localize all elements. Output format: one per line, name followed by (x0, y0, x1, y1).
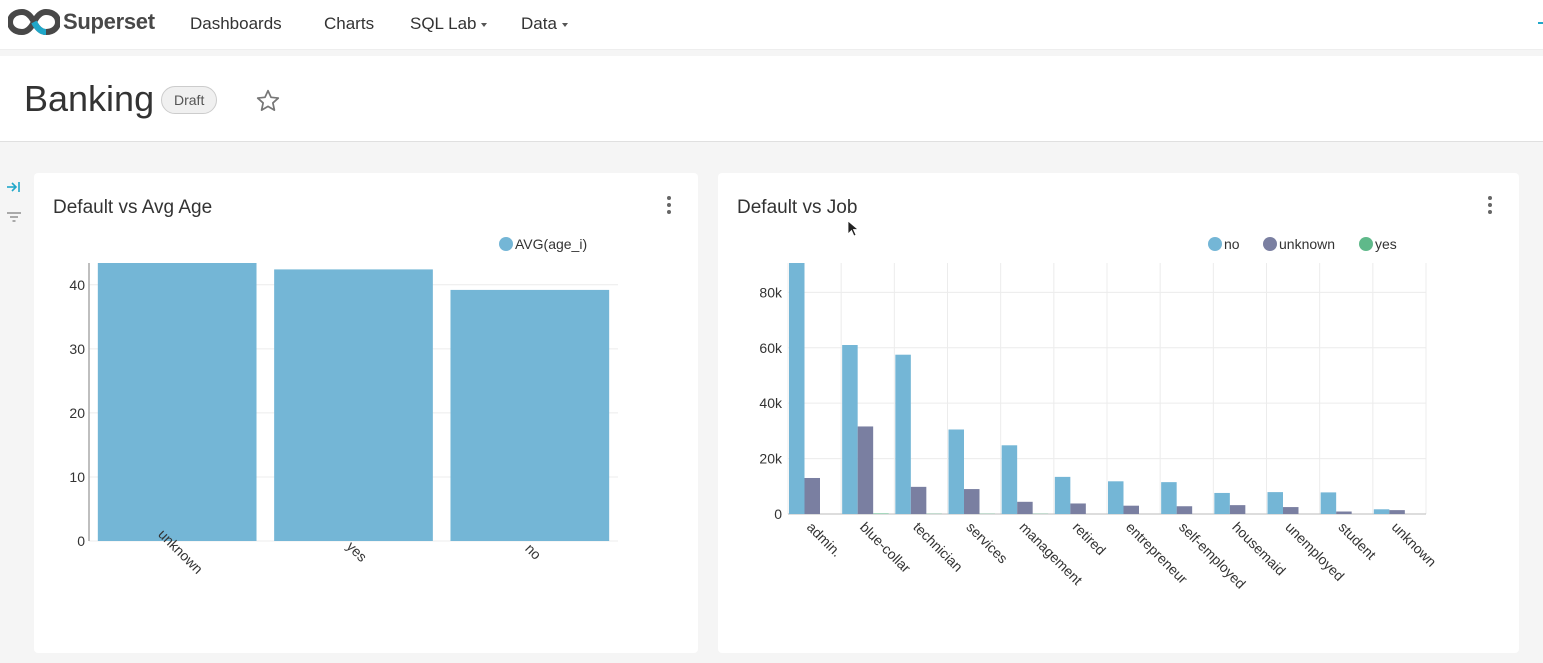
bar (1373, 509, 1390, 514)
top-navbar: Superset Dashboards Charts SQL Lab Data (0, 0, 1543, 50)
chart-default-vs-job: 0 20k 40k 60k 80k admin. blue-collartechnician… (759, 236, 1440, 592)
brand-name: Superset (63, 9, 155, 34)
y-tick-label: 20k (759, 451, 783, 467)
chart-card-default-vs-job: Default vs Job 0 20k 40k 60k 80k admin. blue-c… (718, 173, 1519, 653)
bar (842, 345, 858, 514)
bar (804, 477, 820, 514)
legend-label: yes (1375, 236, 1397, 252)
bar (910, 486, 927, 514)
bar (964, 489, 980, 514)
bar (789, 263, 805, 514)
legend-marker (499, 237, 513, 251)
nav-data[interactable]: Data (521, 14, 568, 34)
dashboard-header: Banking Draft (0, 56, 1543, 142)
y-tick-label: 10 (69, 469, 85, 485)
bar (1283, 507, 1299, 514)
y-tick-label: 30 (69, 341, 85, 357)
bar (1214, 492, 1230, 514)
x-tick-label: blue-collar (857, 519, 914, 576)
chart-card-default-vs-avg-age: Default vs Avg Age 0 10 20 30 40 unknown yes no… (34, 173, 698, 653)
x-tick-label: technician (910, 519, 966, 575)
legend-label: unknown (1279, 236, 1335, 252)
bar (1336, 511, 1352, 514)
bar (1123, 505, 1139, 514)
x-tick-label: no (522, 540, 544, 562)
bar (1017, 501, 1033, 514)
chevron-down-icon (481, 22, 488, 27)
x-tick-label: student (1336, 519, 1380, 563)
y-tick-label: 80k (759, 284, 783, 300)
legend-marker (1208, 237, 1222, 251)
bar (1267, 492, 1283, 514)
nav-dashboards[interactable]: Dashboards (190, 14, 282, 34)
nav-sql-lab[interactable]: SQL Lab (410, 14, 488, 34)
nav-charts[interactable]: Charts (324, 14, 374, 34)
x-tick-label: yes (344, 538, 371, 565)
nav-edge-indicator (1538, 22, 1543, 24)
filter-bar-collapsed (5, 178, 23, 238)
y-tick-label: 40k (759, 395, 783, 411)
bar (1176, 506, 1193, 514)
y-tick-label: 40 (69, 277, 85, 293)
draft-badge: Draft (161, 86, 218, 114)
nav-sql-lab-label: SQL Lab (410, 14, 477, 33)
superset-logo[interactable]: Superset (8, 8, 155, 36)
bar (450, 289, 610, 541)
bar (873, 513, 889, 514)
bar (857, 426, 874, 514)
superset-logo-icon (8, 8, 60, 36)
y-tick-label: 0 (774, 506, 782, 522)
x-tick-label: services (963, 519, 1011, 567)
dashboard-title[interactable]: Banking (24, 78, 154, 120)
bar (1161, 482, 1177, 514)
y-tick-label: 60k (759, 340, 783, 356)
bar (1001, 445, 1018, 514)
filter-icon[interactable] (5, 208, 23, 226)
legend-marker (1263, 237, 1277, 251)
chevron-down-icon (561, 22, 568, 27)
expand-filter-panel-icon[interactable] (5, 178, 23, 196)
bar (274, 269, 433, 541)
bar (1070, 503, 1086, 514)
y-tick-label: 0 (77, 533, 85, 549)
bar (1229, 505, 1246, 514)
x-tick-label: retired (1070, 519, 1109, 558)
bar (895, 354, 911, 514)
y-tick-label: 20 (69, 405, 85, 421)
x-tick-label: admin. (804, 519, 845, 560)
legend-label: AVG(age_i) (515, 236, 587, 252)
favorite-star-icon[interactable] (255, 88, 281, 114)
chart-default-vs-avg-age: 010203040unknown yes noAVG(age_i) (69, 236, 618, 577)
bar (948, 429, 964, 514)
bar (1389, 510, 1405, 514)
legend-marker (1359, 237, 1373, 251)
nav-data-label: Data (521, 14, 557, 33)
legend-label: no (1224, 236, 1240, 252)
x-tick-label: unknown (1389, 519, 1440, 570)
bar (97, 263, 257, 541)
bar (1054, 476, 1071, 514)
bar (1108, 481, 1124, 514)
bar (1320, 492, 1337, 514)
